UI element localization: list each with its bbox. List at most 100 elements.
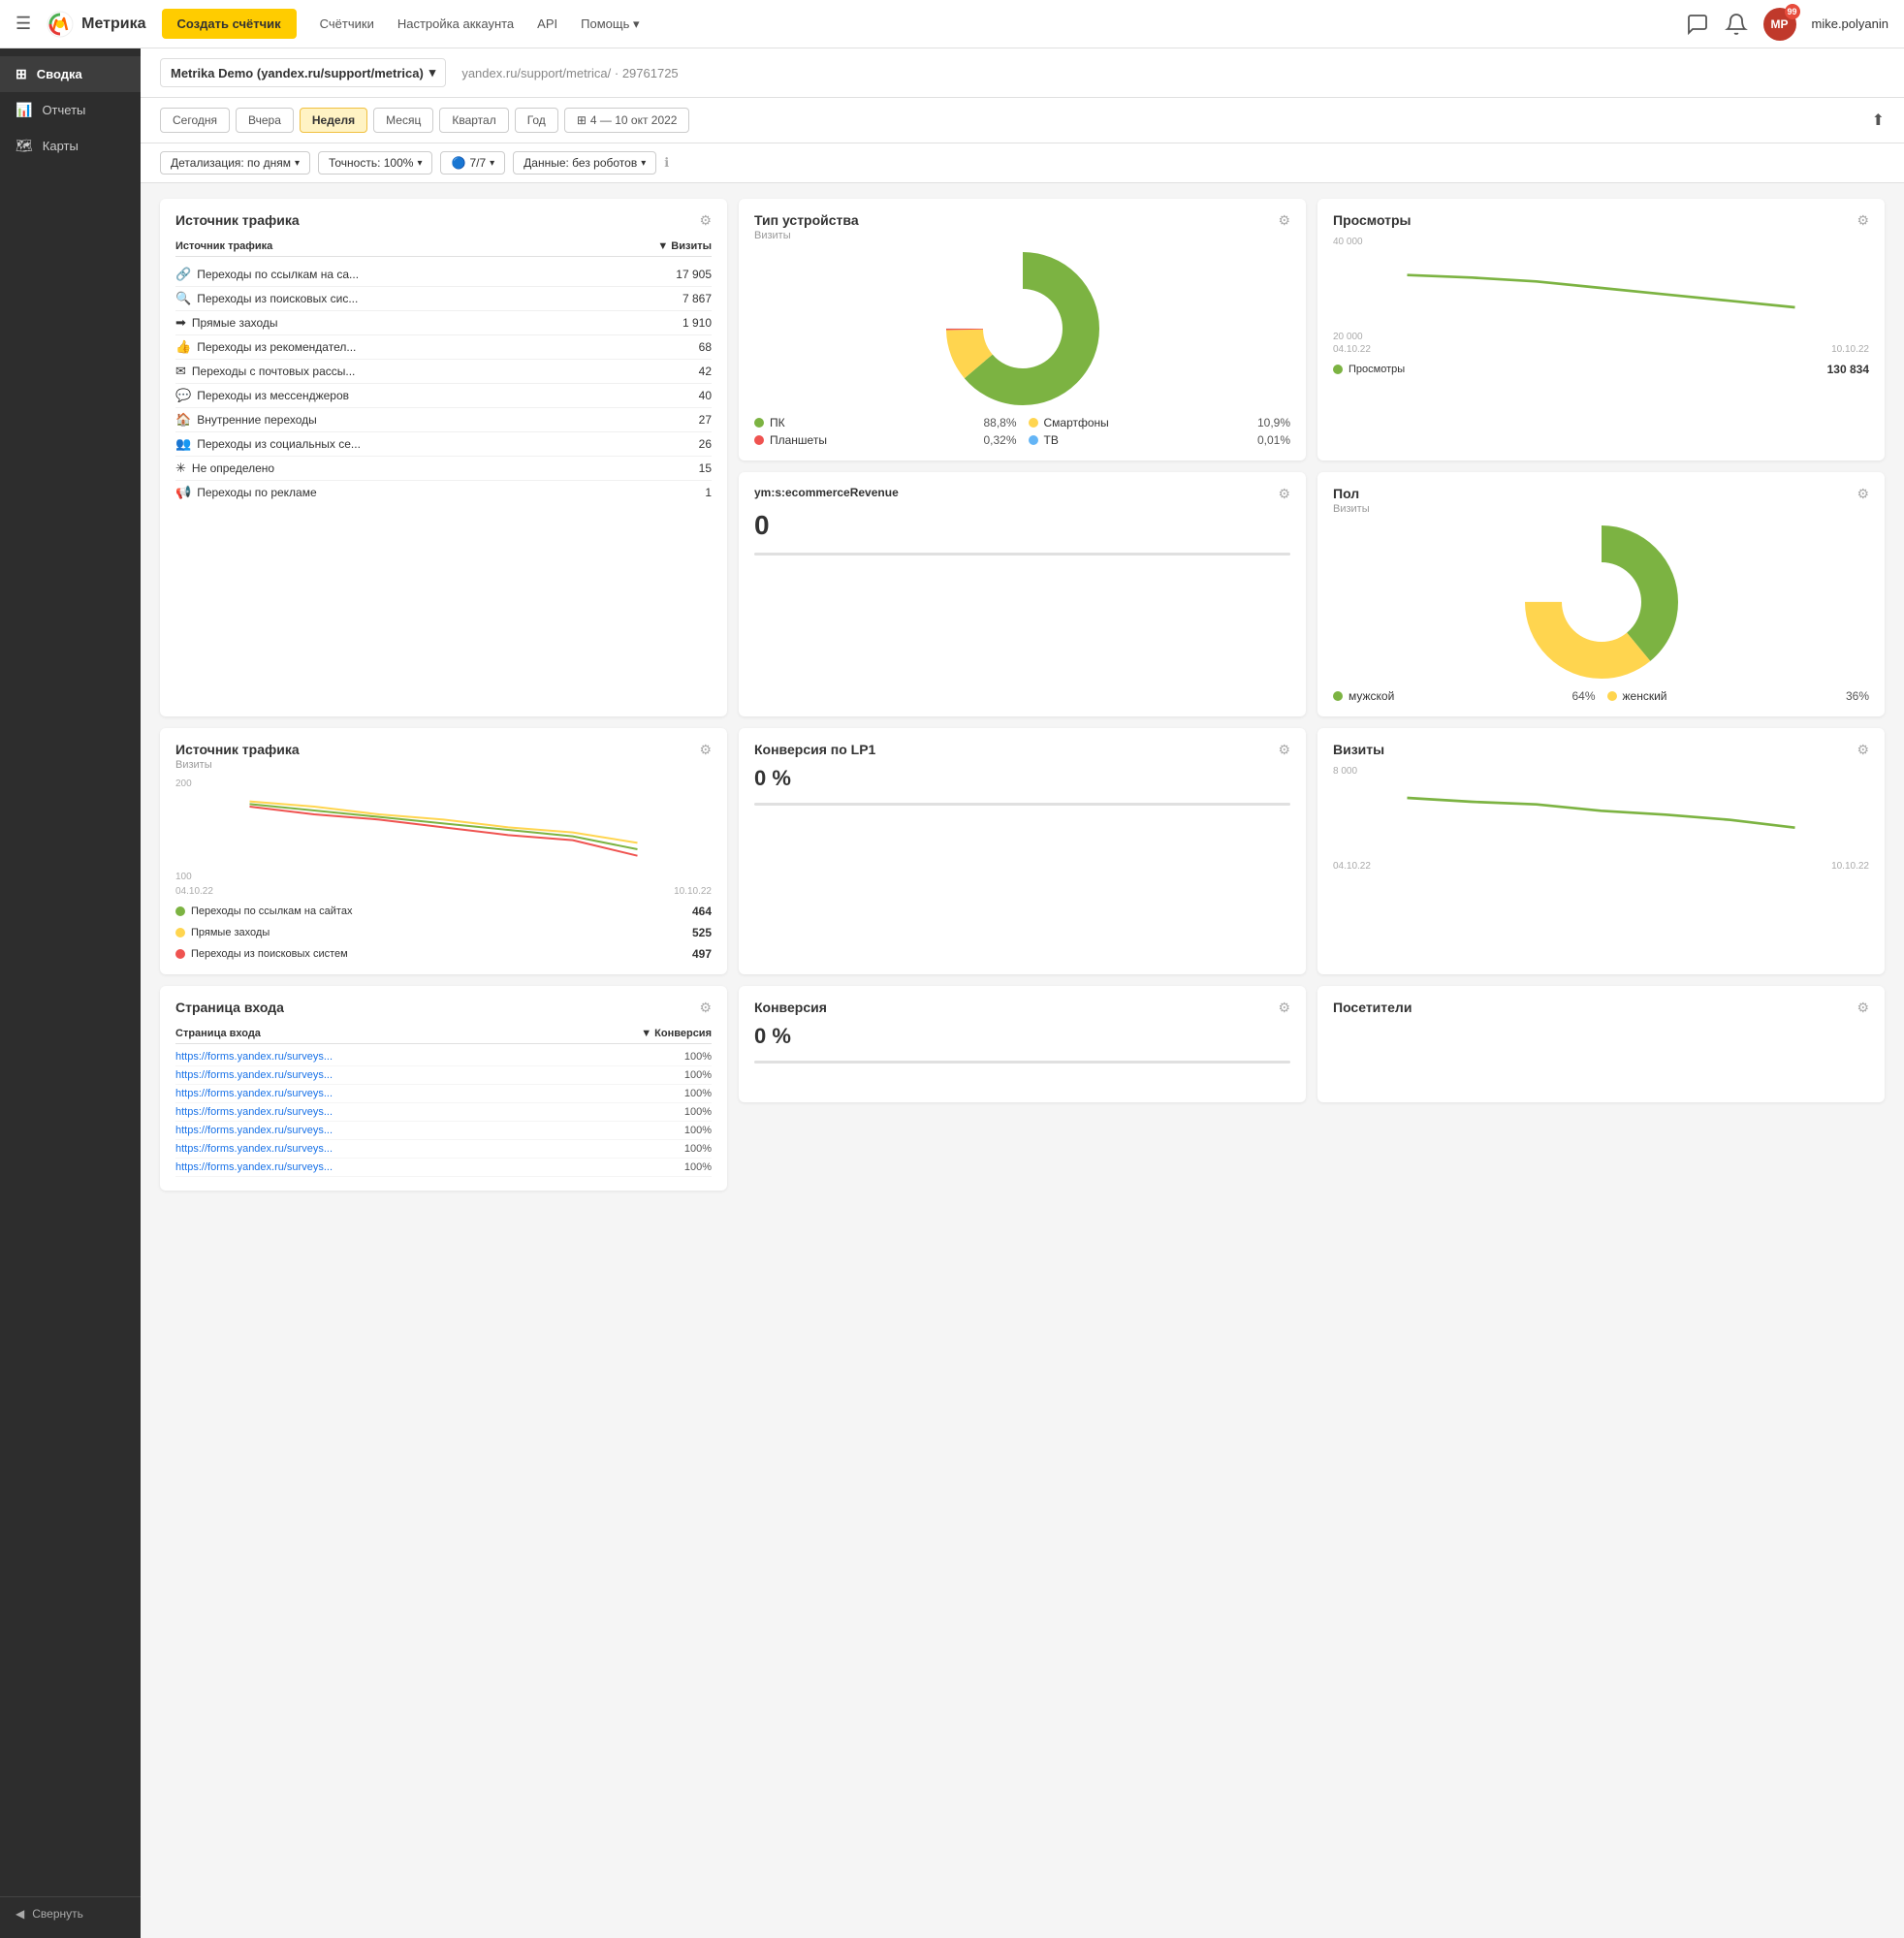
ecommerce-gear[interactable]: ⚙ [1278,486,1290,502]
collapse-button[interactable]: ◀ Свернуть [0,1896,141,1930]
traffic-row-label: 🔗 Переходы по ссылкам на са... [175,267,359,282]
visitors-widget: Посетители ⚙ [1317,986,1885,1102]
logo: Метрика [47,11,145,38]
views-gear[interactable]: ⚙ [1856,212,1869,229]
sidebar-item-reports[interactable]: 📊 Отчеты [0,92,141,128]
hamburger-menu-icon[interactable]: ☰ [16,14,31,34]
main-layout: ⊞ Сводка 📊 Отчеты 🗺 Карты ◀ Свернуть Met… [0,48,1904,1938]
traffic-row-value: 7 867 [682,292,712,305]
traffic-source-chart-widget: Источник трафика Визиты ⚙ 200 100 04.10.… [160,728,727,974]
reports-icon: 📊 [16,102,32,118]
visits-x-end: 10.10.22 [1831,861,1869,872]
traffic-row-icon: 🔍 [175,291,191,306]
nav-account[interactable]: Настройка аккаунта [397,16,514,32]
sidebar: ⊞ Сводка 📊 Отчеты 🗺 Карты ◀ Свернуть [0,48,141,1938]
landing-url: https://forms.yandex.ru/surveys... [175,1069,333,1081]
chat-icon[interactable] [1686,13,1709,36]
legend-label: ТВ [1044,433,1059,447]
nav-help[interactable]: Помощь ▾ [581,16,639,32]
gender-legend: мужской 64% женский 36% [1333,689,1869,703]
detail-level-selector[interactable]: Детализация: по дням ▾ [160,151,310,175]
landing-page-title: Страница входа [175,1000,284,1015]
ecommerce-widget: ym:s:ecommerceRevenue ⚙ 0 [739,472,1306,716]
data-type-selector[interactable]: Данные: без роботов ▾ [513,151,656,175]
landing-table-row: https://forms.yandex.ru/surveys... 100% [175,1140,712,1159]
ts-legend-row: Переходы из поисковых систем 497 [175,947,712,961]
gender-gear[interactable]: ⚙ [1856,486,1869,502]
landing-conv: 100% [684,1143,712,1155]
views-line-chart: 04.10.22 10.10.22 [1333,249,1869,327]
conversion-lp1-widget: Конверсия по LP1 ⚙ 0 % [739,728,1306,974]
legend-label: ПК [770,416,785,429]
traffic-table-row: ✉ Переходы с почтовых рассы... 42 [175,360,712,384]
conversion-widget: Конверсия ⚙ 0 % [739,986,1306,1102]
traffic-row-label: ➡ Прямые заходы [175,315,278,331]
create-counter-button[interactable]: Создать счётчик [162,9,297,39]
dashboard-icon: ⊞ [16,66,27,82]
traffic-row-name: Внутренние переходы [197,413,317,427]
account-selector[interactable]: Metrika Demo (yandex.ru/support/metrica)… [160,58,446,87]
landing-url: https://forms.yandex.ru/surveys... [175,1143,333,1155]
filter-week[interactable]: Неделя [300,108,367,133]
nav-counters[interactable]: Счётчики [320,16,374,32]
export-button[interactable]: ⬆ [1872,111,1885,130]
traffic-source-chart-header: Источник трафика Визиты ⚙ [175,742,712,771]
landing-conv: 100% [684,1161,712,1173]
filter-quarter[interactable]: Квартал [439,108,508,133]
traffic-source-gear[interactable]: ⚙ [699,212,712,229]
content-area: Metrika Demo (yandex.ru/support/metrica)… [141,48,1904,1938]
landing-table-row: https://forms.yandex.ru/surveys... 100% [175,1159,712,1177]
gender-legend-pct: 36% [1846,689,1869,703]
metrika-logo-icon [47,11,74,38]
landing-table-row: https://forms.yandex.ru/surveys... 100% [175,1103,712,1122]
user-avatar[interactable]: MP 99 [1763,8,1796,41]
bell-icon[interactable] [1725,13,1748,36]
sidebar-label-maps: Карты [43,139,79,153]
landing-page-gear[interactable]: ⚙ [699,1000,712,1016]
accuracy-selector[interactable]: Точность: 100% ▾ [318,151,433,175]
views-legend-label: Просмотры [1349,364,1405,375]
views-widget: Просмотры ⚙ 40 000 04.10.22 10.10.22 20 … [1317,199,1885,461]
sidebar-bottom: ◀ Свернуть [0,1896,141,1930]
nav-api[interactable]: API [537,16,557,32]
counters-selector[interactable]: 🔵 7/7 ▾ [440,151,505,175]
traffic-row-name: Переходы из поисковых сис... [197,292,358,305]
conversion-lp1-gear[interactable]: ⚙ [1278,742,1290,758]
sidebar-item-maps[interactable]: 🗺 Карты [0,128,141,164]
counters-icon: 🔵 [451,156,465,170]
visits-header: Визиты ⚙ [1333,742,1869,758]
date-filters: Сегодня Вчера Неделя Месяц Квартал Год ⊞… [141,98,1904,143]
ts-series-legend: Переходы по ссылкам на сайтах 464 Прямые… [175,905,712,961]
filter-year[interactable]: Год [515,108,558,133]
traffic-row-name: Прямые заходы [192,316,278,330]
accuracy-dropdown-icon: ▾ [417,158,422,169]
traffic-source-line-chart [175,791,712,869]
landing-page-widget: Страница входа ⚙ Страница входа ▼ Конвер… [160,986,727,1191]
account-url: yandex.ru/support/metrica/ · 29761725 [461,66,678,80]
gender-legend-label: женский [1623,689,1667,703]
landing-url: https://forms.yandex.ru/surveys... [175,1125,333,1136]
date-range-selector[interactable]: ⊞ 4 — 10 окт 2022 [564,108,690,133]
traffic-row-icon: 🔗 [175,267,191,282]
views-x-end: 10.10.22 [1831,344,1869,355]
landing-page-table-header: Страница входа ▼ Конверсия [175,1024,712,1044]
filter-month[interactable]: Месяц [373,108,433,133]
landing-rows-container: https://forms.yandex.ru/surveys... 100% … [175,1048,712,1177]
filter-today[interactable]: Сегодня [160,108,230,133]
traffic-row-name: Переходы из социальных се... [197,437,361,451]
traffic-table-row: 💬 Переходы из мессенджеров 40 [175,384,712,408]
traffic-row-icon: ✳ [175,461,186,476]
visits-gear[interactable]: ⚙ [1856,742,1869,758]
filter-yesterday[interactable]: Вчера [236,108,294,133]
traffic-row-value: 1 [705,486,712,499]
sidebar-item-dashboard[interactable]: ⊞ Сводка [0,56,141,92]
views-y-40000: 40 000 [1333,237,1869,247]
visitors-gear[interactable]: ⚙ [1856,1000,1869,1016]
gender-legend-item: мужской 64% [1333,689,1596,703]
device-type-gear[interactable]: ⚙ [1278,212,1290,229]
views-y-20000: 20 000 [1333,332,1869,342]
traffic-source-chart-gear[interactable]: ⚙ [699,742,712,758]
landing-table-row: https://forms.yandex.ru/surveys... 100% [175,1085,712,1103]
landing-conv: 100% [684,1088,712,1099]
conversion-gear[interactable]: ⚙ [1278,1000,1290,1016]
